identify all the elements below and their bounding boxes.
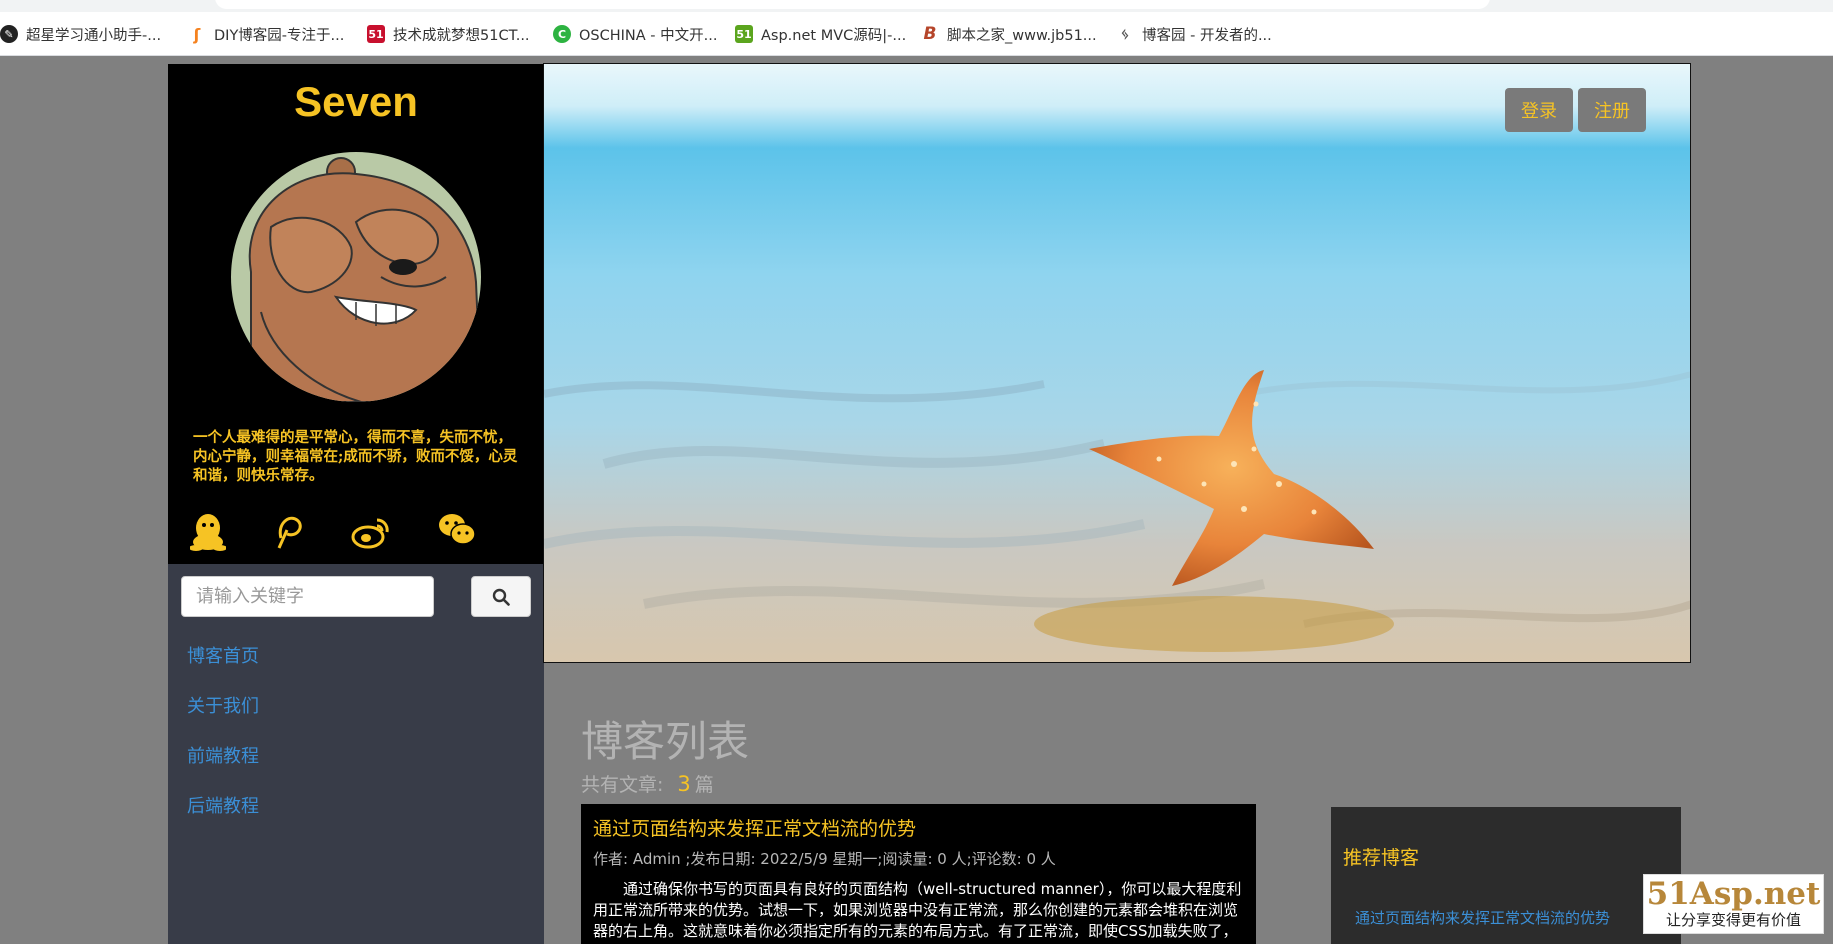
bookmark-label: Asp.net MVC源码|-... bbox=[761, 27, 907, 44]
bookmark-label: DIY博客园-专注于... bbox=[214, 27, 345, 44]
register-button[interactable]: 注册 bbox=[1578, 88, 1646, 132]
qq-icon[interactable] bbox=[189, 512, 230, 552]
article-meta: 作者: Admin ;发布日期: 2022/5/9 星期一;阅读量: 0 人;评… bbox=[593, 850, 1056, 868]
watermark-slogan: 让分享变得更有价值 bbox=[1665, 911, 1801, 929]
nav-backend-link[interactable]: 后端教程 bbox=[187, 792, 259, 818]
bookmark-label: 技术成就梦想51CT... bbox=[393, 27, 530, 44]
bookmarks-bar: ✎ 超星学习通小助手-... ʃ DIY博客园-专注于... 51 技术成就梦想… bbox=[0, 12, 1833, 56]
bookmark-label: 脚本之家_www.jb51... bbox=[947, 27, 1097, 44]
diy-blog-icon: ʃ bbox=[188, 25, 206, 44]
51aspx-icon: 51 bbox=[735, 25, 753, 43]
bookmark-label: 博客园 - 开发者的... bbox=[1142, 27, 1272, 44]
cnblogs-icon: ᛃ bbox=[1116, 25, 1134, 43]
recommended-title: 推荐博客 bbox=[1343, 847, 1420, 869]
site-brand: Seven bbox=[294, 78, 418, 125]
sidebar-nav: 博客首页 关于我们 前端教程 后端教程 bbox=[168, 564, 544, 944]
recommended-panel: 推荐博客 通过页面结构来发挥正常文档流的优势 bbox=[1331, 807, 1681, 944]
watermark-logo: 51Asp.net 让分享变得更有价值 bbox=[1643, 874, 1824, 934]
watermark-brand: 51Asp.net bbox=[1646, 876, 1821, 912]
beach-starfish-image bbox=[544, 64, 1690, 662]
bookmark-item[interactable]: 51 技术成就梦想51CT... bbox=[367, 22, 530, 46]
weibo-icon[interactable] bbox=[351, 512, 391, 552]
bookmark-item[interactable]: ʃ DIY博客园-专注于... bbox=[188, 22, 344, 46]
article-count-unit: 篇 bbox=[694, 774, 714, 796]
oschina-icon: C bbox=[553, 25, 571, 43]
article-title-link[interactable]: 通过页面结构来发挥正常文档流的优势 bbox=[593, 814, 1244, 841]
article-excerpt: 通过确保你书写的页面具有良好的页面结构（well-structured mann… bbox=[593, 880, 1242, 944]
bookmark-label: OSCHINA - 中文开... bbox=[579, 27, 718, 44]
nav-home-link[interactable]: 博客首页 bbox=[187, 642, 259, 668]
search-input[interactable] bbox=[181, 576, 434, 617]
avatar bbox=[231, 152, 481, 402]
hero-banner: 登录 注册 bbox=[543, 63, 1691, 663]
nav-about-link[interactable]: 关于我们 bbox=[187, 692, 259, 718]
bookmark-item[interactable]: B 脚本之家_www.jb51... bbox=[921, 22, 1097, 46]
article-card: 通过页面结构来发挥正常文档流的优势 作者: Admin ;发布日期: 2022/… bbox=[581, 804, 1256, 944]
browser-tab-strip bbox=[0, 0, 1833, 12]
recommended-item-link[interactable]: 通过页面结构来发挥正常文档流的优势 bbox=[1355, 907, 1610, 928]
article-count-number: 3 bbox=[677, 772, 691, 796]
wechat-icon[interactable] bbox=[438, 512, 478, 552]
sidebar-profile: Seven 一个人最难得的是平常心，得而不喜，失而不忧，内心宁静，则幸福常在;成… bbox=[168, 64, 544, 564]
search-icon bbox=[492, 588, 510, 606]
article-count-prefix: 共有文章: bbox=[581, 774, 664, 796]
login-button[interactable]: 登录 bbox=[1505, 88, 1573, 132]
51cto-icon: 51 bbox=[367, 25, 385, 43]
page-title: 博客列表 bbox=[581, 717, 750, 766]
jb51-icon: B bbox=[921, 24, 939, 44]
bookmark-item[interactable]: C OSCHINA - 中文开... bbox=[553, 22, 717, 46]
bookmark-item[interactable]: ✎ 超星学习通小助手-... bbox=[0, 22, 161, 46]
bookmark-label: 超星学习通小助手-... bbox=[26, 27, 162, 44]
bookmark-item[interactable]: ᛃ 博客园 - 开发者的... bbox=[1116, 22, 1272, 46]
search-button[interactable] bbox=[471, 576, 531, 617]
chaoxing-icon: ✎ bbox=[0, 25, 18, 43]
article-count: 共有文章: 3 篇 bbox=[581, 770, 714, 797]
address-bar[interactable] bbox=[215, 0, 1490, 9]
bookmark-item[interactable]: 51 Asp.net MVC源码|-... bbox=[735, 22, 906, 46]
motto-text: 一个人最难得的是平常心，得而不喜，失而不忧，内心宁静，则幸福常在;成而不骄，败而… bbox=[193, 429, 518, 484]
weibo-pen-icon[interactable] bbox=[275, 512, 315, 552]
nav-frontend-link[interactable]: 前端教程 bbox=[187, 742, 259, 768]
